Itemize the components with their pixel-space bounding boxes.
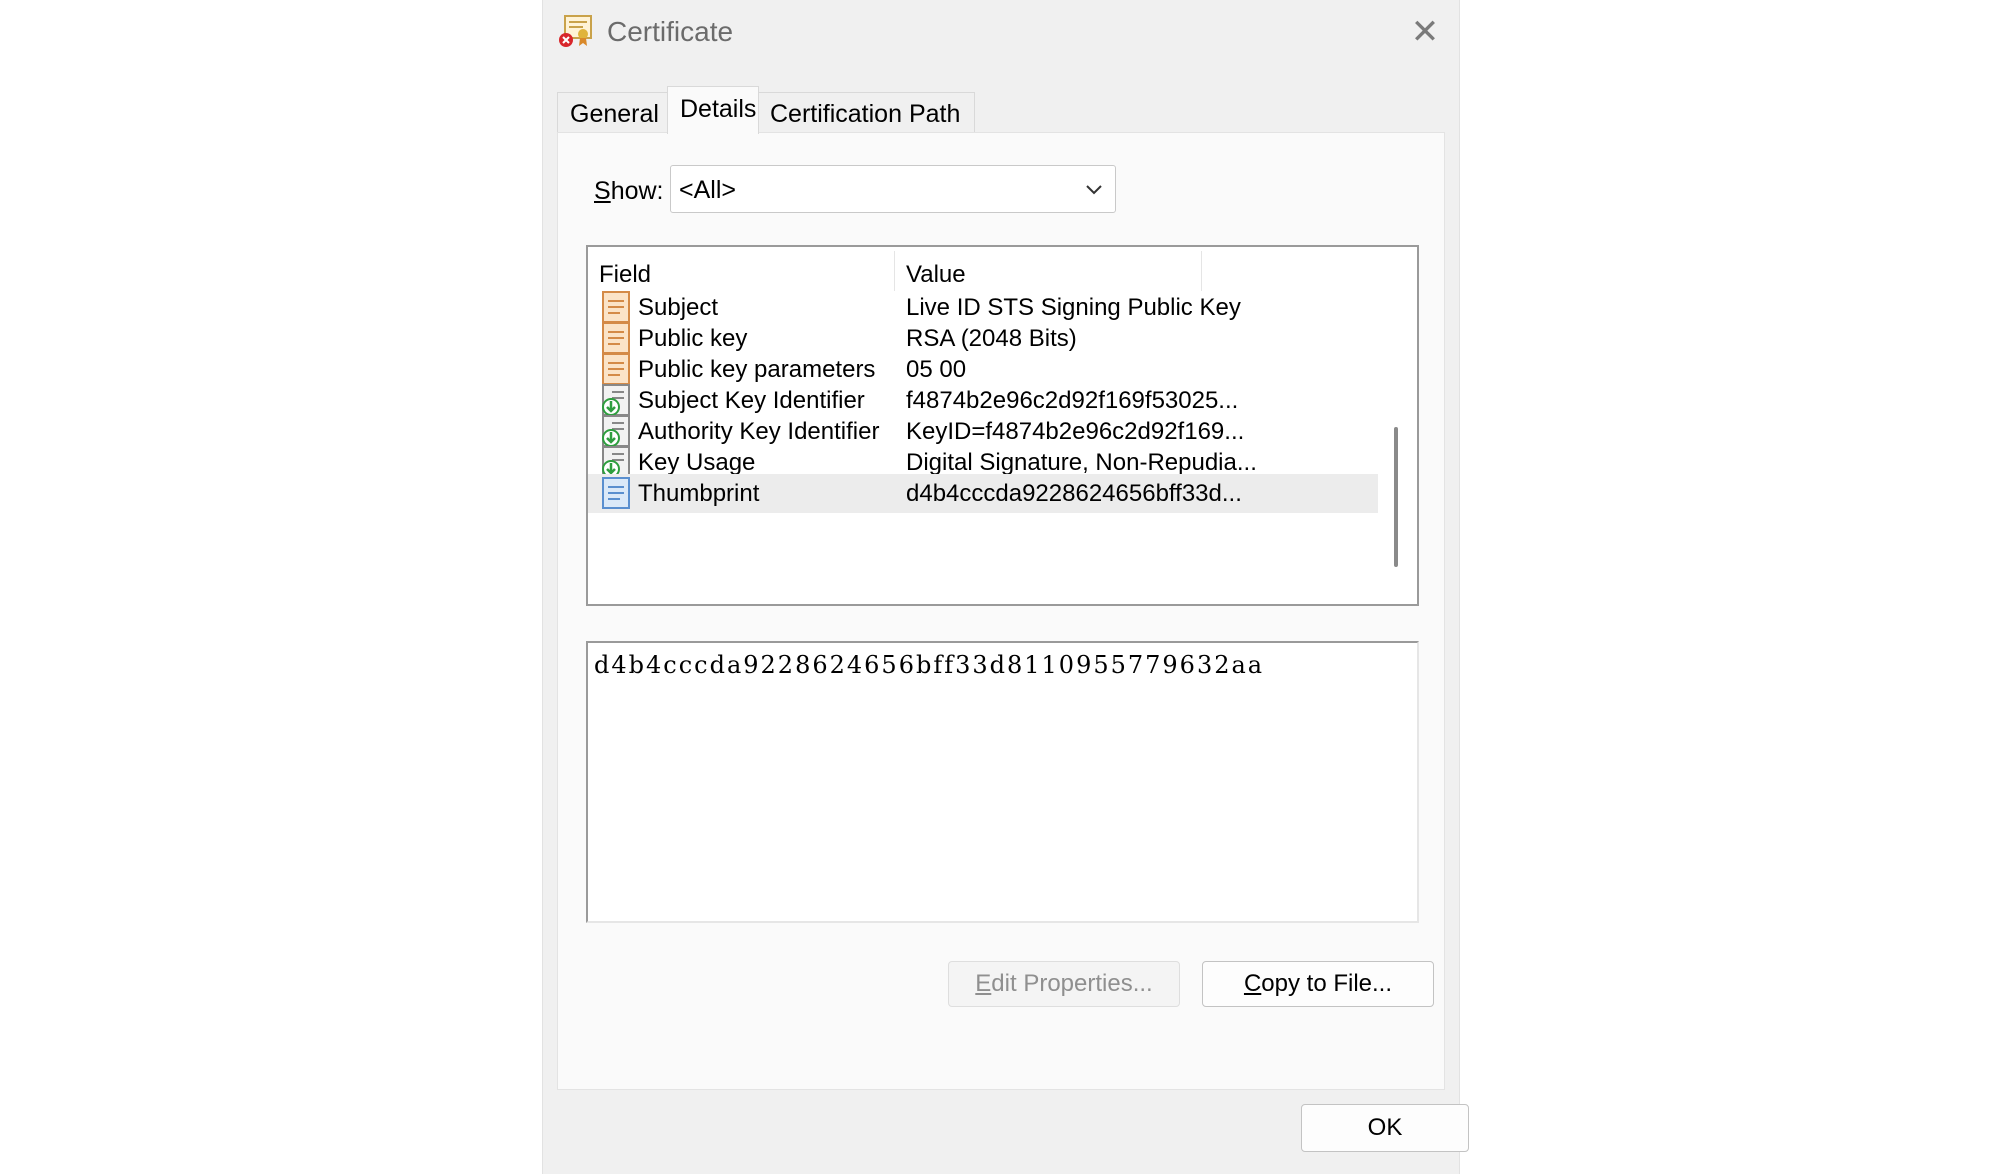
show-dropdown[interactable]: <All> — [670, 165, 1116, 213]
title-bar[interactable]: Certificate ✕ — [543, 0, 1459, 66]
window-title: Certificate — [607, 16, 734, 47]
row-field-value: KeyID=f4874b2e96c2d92f169... — [906, 418, 1245, 445]
column-divider[interactable] — [894, 251, 895, 291]
thumbprint-value-text[interactable]: d4b4cccda9228624656bff33d8110955779632aa — [594, 651, 1264, 679]
show-label: Show: — [594, 177, 664, 205]
row-field-name: Subject — [638, 294, 719, 321]
ok-button[interactable]: OK — [1301, 1104, 1469, 1152]
row-field-name: Public key parameters — [638, 356, 876, 383]
tab-general[interactable]: General — [557, 92, 669, 132]
column-header-value[interactable]: Value — [906, 261, 966, 289]
row-field-value: Digital Signature, Non-Repudia... — [906, 449, 1257, 476]
row-field-value: d4b4cccda9228624656bff33d... — [906, 480, 1242, 507]
list-header: Field Value — [588, 247, 1378, 293]
copy-to-file-button[interactable]: Copy to File... — [1202, 961, 1434, 1007]
tab-certification-path[interactable]: Certification Path — [757, 92, 975, 132]
row-field-value: 05 00 — [906, 356, 967, 383]
show-dropdown-value: <All> — [679, 176, 736, 204]
row-field-name: Authority Key Identifier — [638, 418, 880, 445]
certificate-error-icon — [559, 15, 592, 47]
list-scrollbar[interactable] — [1381, 247, 1411, 604]
row-field-name: Public key — [638, 325, 748, 352]
details-panel: Show: <All> Field Value Subject Live ID … — [557, 132, 1445, 1090]
certificate-property-icon — [602, 477, 630, 509]
scrollbar-thumb[interactable] — [1394, 427, 1398, 567]
field-value-detail[interactable]: d4b4cccda9228624656bff33d8110955779632aa — [586, 641, 1419, 923]
certificate-dialog: Certificate ✕ General Details Certificat… — [542, 0, 1469, 1174]
row-field-value: f4874b2e96c2d92f169f53025... — [906, 387, 1239, 414]
column-header-field[interactable]: Field — [599, 261, 651, 289]
row-field-name: Key Usage — [638, 449, 756, 476]
row-field-value: RSA (2048 Bits) — [906, 325, 1077, 352]
tab-details[interactable]: Details — [667, 86, 759, 134]
row-field-value: Live ID STS Signing Public Key — [906, 294, 1241, 321]
field-list[interactable]: Field Value Subject Live ID STS Signing … — [586, 245, 1419, 606]
close-icon: ✕ — [1410, 13, 1440, 51]
close-button[interactable]: ✕ — [1405, 12, 1445, 52]
row-field-name: Thumbprint — [638, 480, 760, 507]
chevron-down-icon — [1086, 185, 1102, 195]
column-divider[interactable] — [1201, 251, 1202, 291]
row-field-name: Subject Key Identifier — [638, 387, 865, 414]
edit-properties-button[interactable]: Edit Properties... — [948, 961, 1180, 1007]
list-row-thumbprint[interactable]: Thumbprint d4b4cccda9228624656bff33d... — [588, 474, 1378, 513]
